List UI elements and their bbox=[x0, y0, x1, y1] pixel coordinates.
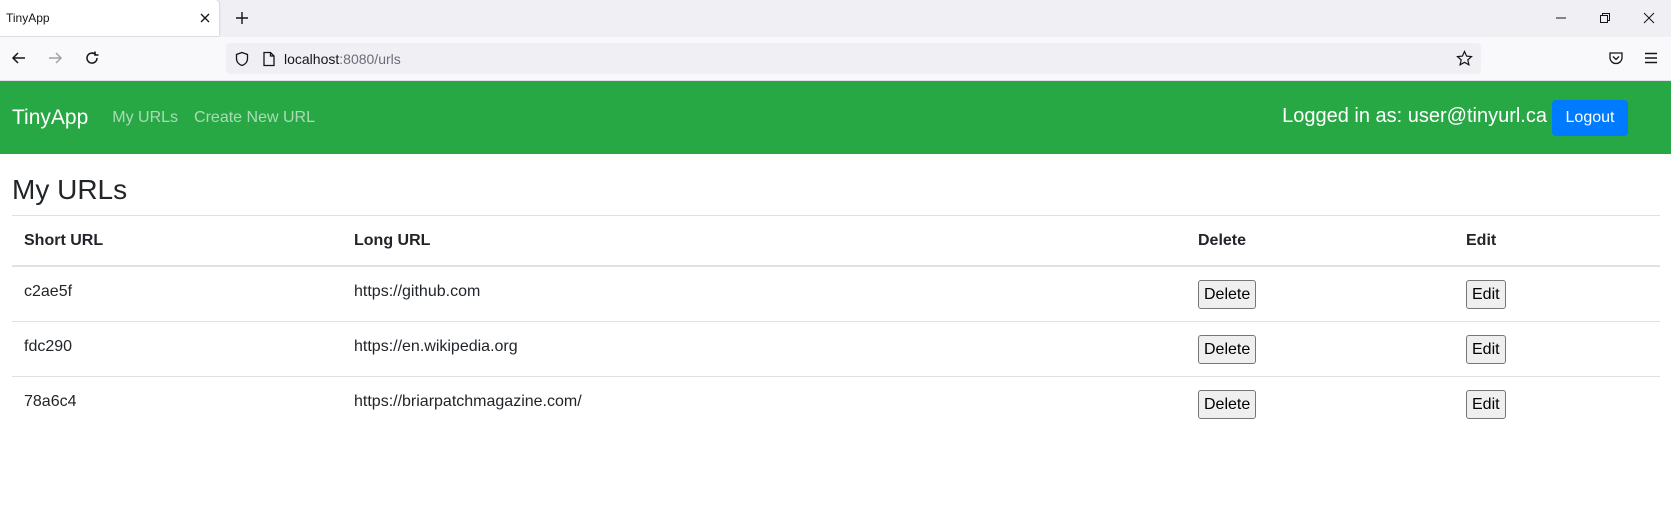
restore-icon[interactable] bbox=[1593, 6, 1617, 30]
address-bar[interactable]: localhost:8080/urls bbox=[226, 43, 1481, 74]
table-row: fdc290 https://en.wikipedia.org Delete E… bbox=[12, 321, 1660, 377]
reload-icon[interactable] bbox=[81, 47, 103, 69]
nav-link-create-new-url[interactable]: Create New URL bbox=[194, 109, 315, 127]
column-header-delete: Delete bbox=[1186, 215, 1454, 267]
url-host: localhost bbox=[284, 50, 340, 67]
page-title: My URLs bbox=[12, 174, 128, 205]
short-url-cell: c2ae5f bbox=[12, 266, 342, 322]
logged-in-text: Logged in as: user@tinyurl.ca bbox=[1282, 105, 1547, 127]
column-header-edit: Edit bbox=[1454, 215, 1660, 267]
back-arrow-icon[interactable] bbox=[8, 47, 30, 69]
browser-toolbar: localhost:8080/urls bbox=[0, 37, 1671, 81]
tab-title: TinyApp bbox=[6, 11, 50, 25]
delete-button[interactable]: Delete bbox=[1198, 389, 1257, 419]
browser-tab[interactable]: TinyApp bbox=[0, 0, 219, 36]
long-url-cell: https://en.wikipedia.org bbox=[342, 321, 1186, 377]
browser-tab-strip: TinyApp bbox=[0, 0, 1671, 37]
new-tab-icon[interactable] bbox=[232, 8, 252, 28]
edit-button[interactable]: Edit bbox=[1466, 334, 1506, 364]
edit-button[interactable]: Edit bbox=[1466, 389, 1506, 419]
shield-icon[interactable] bbox=[234, 51, 250, 67]
short-url-cell: 78a6c4 bbox=[24, 393, 77, 410]
brand-link[interactable]: TinyApp bbox=[12, 106, 88, 130]
short-url-cell: fdc290 bbox=[12, 321, 342, 377]
window-close-icon[interactable] bbox=[1637, 6, 1661, 30]
column-header-long-url: Long URL bbox=[342, 215, 1186, 267]
minimize-icon[interactable] bbox=[1549, 6, 1573, 30]
nav-link-my-urls[interactable]: My URLs bbox=[112, 109, 178, 127]
delete-cell: Delete bbox=[1186, 321, 1454, 377]
edit-cell: Edit bbox=[1454, 377, 1660, 432]
delete-button[interactable]: Delete bbox=[1198, 279, 1257, 309]
page-icon[interactable] bbox=[262, 51, 276, 67]
table-row: 78a6c4 https://briarpatchmagazine.com/ D… bbox=[12, 377, 1660, 432]
column-header-short-url: Short URL bbox=[12, 215, 342, 267]
edit-button[interactable]: Edit bbox=[1466, 279, 1506, 309]
delete-cell: Delete bbox=[1186, 377, 1454, 432]
urls-table: Short URL Long URL Delete Edit c2ae5f ht… bbox=[12, 215, 1660, 431]
menu-icon[interactable] bbox=[1640, 47, 1662, 69]
logout-button[interactable]: Logout bbox=[1552, 100, 1628, 136]
bookmark-star-icon[interactable] bbox=[1456, 50, 1473, 67]
delete-cell: Delete bbox=[1186, 266, 1454, 322]
delete-button[interactable]: Delete bbox=[1198, 334, 1257, 364]
edit-cell: Edit bbox=[1454, 321, 1660, 377]
long-url-cell: https://github.com bbox=[342, 266, 1186, 322]
url-path: :8080/urls bbox=[339, 50, 401, 67]
close-icon[interactable] bbox=[197, 10, 213, 26]
pocket-icon[interactable] bbox=[1605, 47, 1627, 69]
forward-arrow-icon[interactable] bbox=[44, 47, 66, 69]
url-text[interactable]: localhost:8080/urls bbox=[284, 51, 401, 67]
app-navbar: TinyApp My URLs Create New URL Logged in… bbox=[0, 81, 1671, 154]
main-content: My URLs Short URL Long URL Delete Edit c… bbox=[0, 174, 1671, 431]
edit-cell: Edit bbox=[1454, 266, 1660, 322]
long-url-cell: https://briarpatchmagazine.com/ bbox=[354, 393, 582, 410]
table-header-row: Short URL Long URL Delete Edit bbox=[12, 215, 1660, 267]
table-row: c2ae5f https://github.com Delete Edit bbox=[12, 266, 1660, 322]
